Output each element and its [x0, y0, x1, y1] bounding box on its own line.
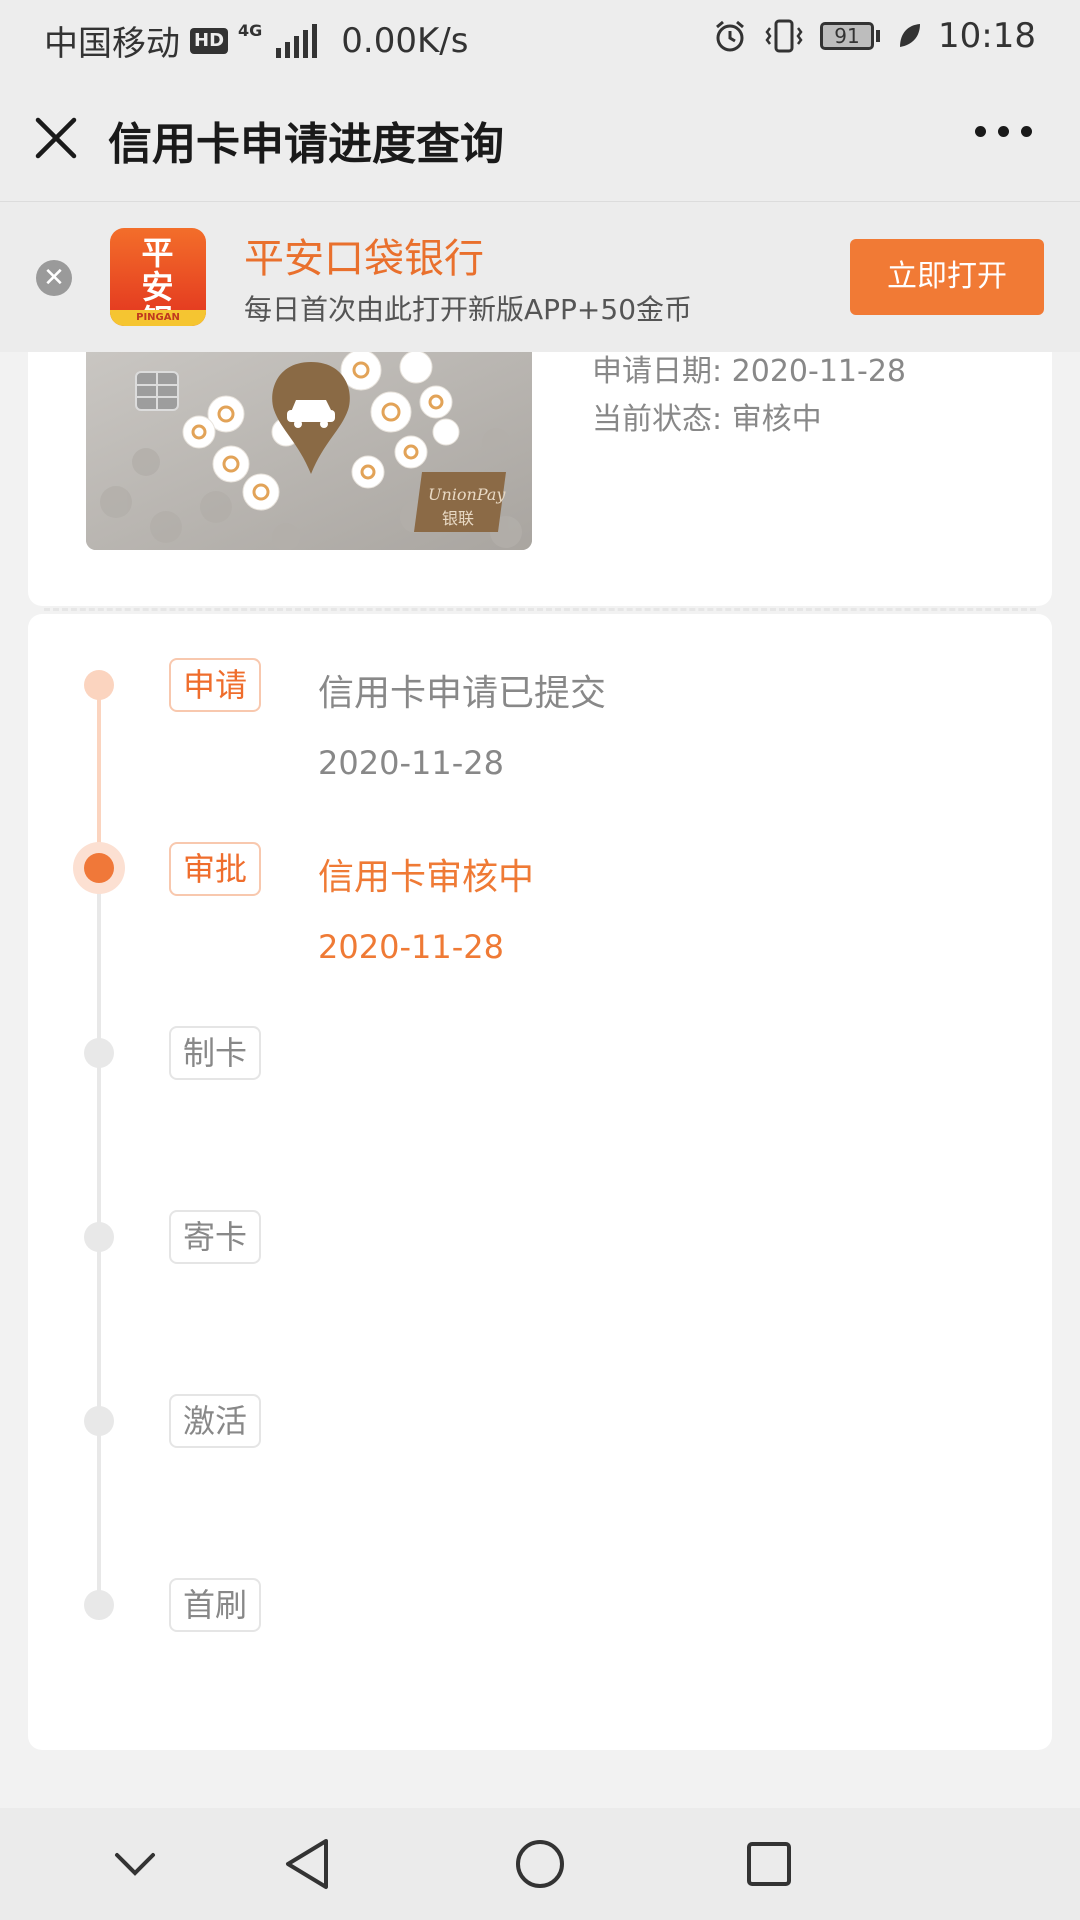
network-speed: 0.00K/s — [341, 20, 469, 61]
step-tag-card-making: 制卡 — [169, 1026, 261, 1080]
signal-icon — [276, 23, 318, 58]
open-app-button[interactable]: 立即打开 — [850, 239, 1044, 315]
status-right: 91 10:18 — [712, 16, 1036, 56]
more-icon[interactable] — [975, 126, 1032, 137]
step-title-apply: 信用卡申请已提交 — [318, 673, 607, 714]
current-status: 当前状态: 审核中 — [592, 394, 822, 438]
recents-icon[interactable] — [724, 1808, 814, 1920]
step-date-apply: 2020-11-28 — [318, 744, 504, 782]
step-title-approval: 信用卡审核中 — [318, 857, 535, 898]
battery-icon: 91 — [820, 22, 881, 50]
timeline-dot-apply — [84, 670, 114, 700]
step-date-approval: 2020-11-28 — [318, 928, 504, 966]
carrier-name: 中国移动 — [44, 24, 180, 64]
timeline-dot-first-swipe — [84, 1590, 114, 1620]
apply-date-label: 申请日期: — [592, 354, 723, 389]
banner-close-icon[interactable]: ✕ — [36, 260, 72, 296]
dashed-divider — [44, 608, 1036, 611]
back-icon[interactable] — [262, 1808, 352, 1920]
unionpay-text: UnionPay — [428, 485, 506, 504]
clock: 10:18 — [938, 16, 1036, 56]
apply-date: 申请日期: 2020-11-28 — [592, 346, 906, 390]
vibrate-icon — [765, 19, 803, 53]
page-title: 信用卡申请进度查询 — [108, 119, 504, 170]
card-artwork: UnionPay 银联 — [86, 352, 532, 550]
step-tag-approval: 审批 — [169, 842, 261, 896]
timeline-dot-approval — [73, 842, 125, 894]
navigation-bar — [0, 1808, 1080, 1920]
battery-level: 91 — [820, 22, 875, 50]
chevron-down-icon[interactable] — [90, 1808, 180, 1920]
network-type: 4G — [238, 21, 263, 40]
banner-subtitle: 每日首次由此打开新版APP+50金币 — [244, 293, 693, 326]
progress-timeline: 申请 信用卡申请已提交 2020-11-28 审批 信用卡审核中 2020-11… — [28, 614, 1052, 1750]
home-icon[interactable] — [495, 1808, 585, 1920]
leaf-icon — [900, 24, 921, 47]
card-info-section: UnionPay 银联 申请日期: 2020-11-28 当前状态: 审核中 — [28, 352, 1052, 606]
app-logo-strip: PINGAN — [110, 310, 206, 326]
timeline-dot-mailing — [84, 1222, 114, 1252]
step-tag-mailing: 寄卡 — [169, 1210, 261, 1264]
unionpay-cn: 银联 — [442, 509, 474, 528]
status-label: 当前状态: — [592, 402, 723, 437]
hd-icon: HD — [190, 27, 229, 54]
status-value: 审核中 — [731, 402, 822, 437]
step-tag-apply: 申请 — [169, 658, 261, 712]
credit-card-image: UnionPay 银联 — [86, 352, 532, 550]
status-left: 中国移动 HD 4G 0.00K/s — [44, 16, 468, 65]
status-bar: 中国移动 HD 4G 0.00K/s 91 10:18 — [0, 0, 1080, 76]
step-tag-first-swipe: 首刷 — [169, 1578, 261, 1632]
app-logo: 平安银行 PINGAN — [110, 228, 206, 326]
close-icon[interactable] — [34, 116, 78, 160]
app-banner: ✕ 平安银行 PINGAN 平安口袋银行 每日首次由此打开新版APP+50金币 … — [0, 202, 1080, 352]
timeline-dot-card-making — [84, 1038, 114, 1068]
timeline-dot-activation — [84, 1406, 114, 1436]
title-bar: 信用卡申请进度查询 — [0, 76, 1080, 202]
step-tag-activation: 激活 — [169, 1394, 261, 1448]
banner-app-name: 平安口袋银行 — [244, 236, 484, 282]
apply-date-value: 2020-11-28 — [731, 354, 907, 389]
alarm-icon — [716, 20, 744, 52]
